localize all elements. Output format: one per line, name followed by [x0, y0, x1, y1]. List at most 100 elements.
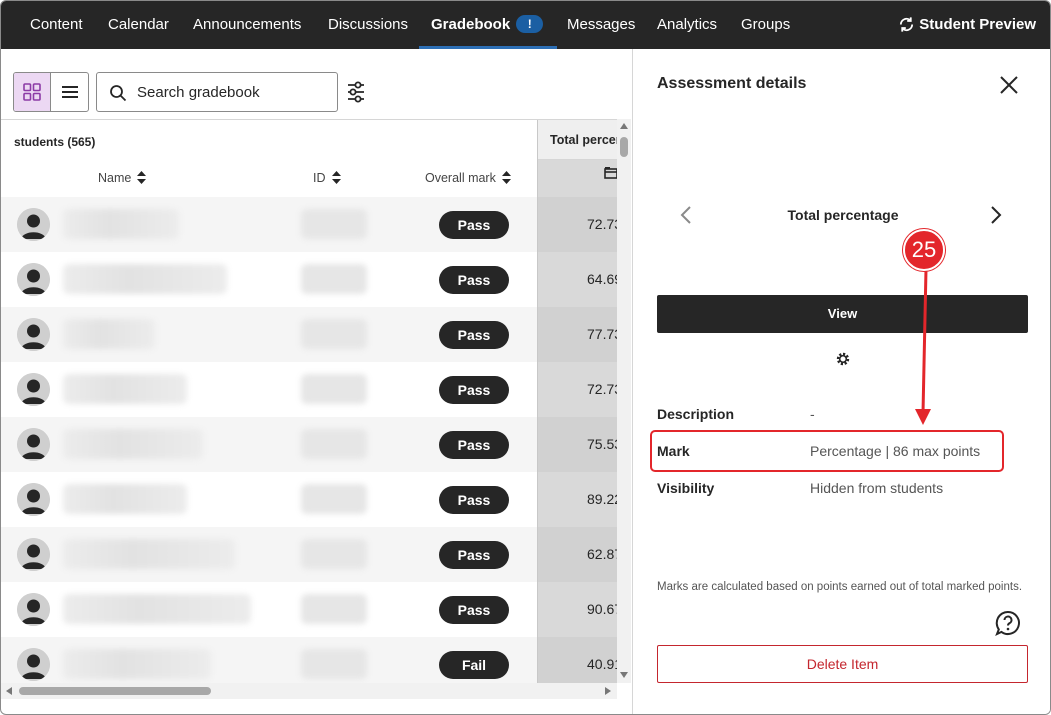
- panel-title: Assessment details: [657, 75, 807, 92]
- column-menu-icon[interactable]: [604, 166, 617, 180]
- overall-mark-badge[interactable]: Pass: [439, 431, 509, 459]
- column-header-name[interactable]: Name: [98, 171, 147, 185]
- scroll-left-arrow-icon: [6, 687, 12, 695]
- filter-settings-icon[interactable]: [346, 81, 366, 103]
- column-header-overall-mark[interactable]: Overall mark: [425, 171, 511, 185]
- overall-mark-badge[interactable]: Pass: [439, 596, 509, 624]
- gear-icon[interactable]: [835, 351, 851, 367]
- delete-item-button[interactable]: Delete Item: [657, 645, 1028, 683]
- student-id-redacted: [301, 539, 367, 569]
- grid-icon: [23, 83, 41, 101]
- sort-icon: [501, 171, 511, 184]
- column-header-total-percentage[interactable]: Total percentage: [538, 120, 617, 160]
- view-toggle: [13, 72, 89, 112]
- view-button[interactable]: View: [657, 295, 1028, 333]
- item-title: Total percentage: [787, 207, 899, 223]
- student-id-redacted: [301, 374, 367, 404]
- tab-discussions[interactable]: Discussions: [328, 1, 408, 49]
- tab-content[interactable]: Content: [30, 1, 83, 49]
- total-percentage-cell[interactable]: 89.22%: [538, 472, 617, 527]
- avatar: [17, 263, 50, 296]
- table-row[interactable]: Pass: [1, 307, 537, 362]
- tab-announcements[interactable]: Announcements: [193, 1, 301, 49]
- column-label: Name: [98, 171, 132, 185]
- search-input[interactable]: [137, 81, 327, 103]
- overall-mark-badge[interactable]: Fail: [439, 651, 509, 679]
- horizontal-scrollbar[interactable]: [1, 683, 617, 699]
- total-percentage-cell[interactable]: 77.73%: [538, 307, 617, 362]
- assessment-details-panel: Assessment details Total percentage View…: [632, 49, 1050, 714]
- scrollbar-thumb[interactable]: [19, 687, 211, 695]
- student-id-redacted: [301, 649, 367, 679]
- table-row[interactable]: Fail: [1, 637, 537, 683]
- search-icon: [110, 85, 127, 102]
- overall-mark-badge[interactable]: Pass: [439, 266, 509, 294]
- highlight-box: [650, 430, 1004, 472]
- student-name-redacted: [63, 429, 203, 459]
- tab-calendar[interactable]: Calendar: [108, 1, 169, 49]
- student-id-redacted: [301, 319, 367, 349]
- user-avatar-icon: [17, 318, 50, 351]
- student-id-redacted: [301, 264, 367, 294]
- table-row[interactable]: Pass: [1, 252, 537, 307]
- student-name-redacted: [63, 649, 211, 679]
- student-name-redacted: [63, 539, 235, 569]
- column-label: Overall mark: [425, 171, 496, 185]
- column-label: Total percentage: [550, 133, 617, 147]
- tab-groups[interactable]: Groups: [741, 1, 790, 49]
- avatar: [17, 318, 50, 351]
- student-preview-button[interactable]: Student Preview: [898, 1, 1036, 49]
- overall-mark-badge[interactable]: Pass: [439, 321, 509, 349]
- student-name-redacted: [63, 484, 187, 514]
- scroll-right-arrow-icon: [605, 687, 611, 695]
- refresh-icon: [900, 17, 914, 32]
- tab-gradebook[interactable]: Gradebook!: [418, 1, 558, 49]
- overall-mark-badge[interactable]: Pass: [439, 376, 509, 404]
- chevron-right-icon[interactable]: [989, 205, 1003, 225]
- tab-analytics[interactable]: Analytics: [657, 1, 717, 49]
- total-percentage-cell[interactable]: 72.73%: [538, 362, 617, 417]
- visibility-value: Hidden from students: [810, 480, 944, 496]
- column-header-id[interactable]: ID: [313, 171, 341, 185]
- close-icon[interactable]: [997, 73, 1021, 97]
- footnote: Marks are calculated based on points ear…: [657, 581, 1023, 593]
- chevron-left-icon[interactable]: [679, 205, 693, 225]
- avatar: [17, 648, 50, 681]
- grid-view-button[interactable]: [14, 73, 51, 111]
- table-row[interactable]: Pass: [1, 472, 537, 527]
- vertical-scrollbar[interactable]: [617, 119, 631, 683]
- overall-mark-badge[interactable]: Pass: [439, 486, 509, 514]
- user-avatar-icon: [17, 648, 50, 681]
- column-label: ID: [313, 171, 326, 185]
- table-row[interactable]: Pass: [1, 417, 537, 472]
- tab-messages[interactable]: Messages: [567, 1, 635, 49]
- callout-number-badge: 25: [903, 229, 945, 271]
- list-view-button[interactable]: [51, 73, 88, 111]
- total-percentage-cell[interactable]: 75.53%: [538, 417, 617, 472]
- user-avatar-icon: [17, 483, 50, 516]
- total-percentage-cell[interactable]: 72.73%: [538, 197, 617, 252]
- avatar: [17, 208, 50, 241]
- table-row[interactable]: Pass: [1, 197, 537, 252]
- gradebook-grid: students (565) Name ID Overall mark Pass…: [1, 119, 617, 683]
- total-percentage-cell[interactable]: 64.69%: [538, 252, 617, 307]
- table-row[interactable]: Pass: [1, 582, 537, 637]
- overall-mark-badge[interactable]: Pass: [439, 541, 509, 569]
- description-label: Description: [657, 406, 735, 422]
- overall-mark-badge[interactable]: Pass: [439, 211, 509, 239]
- visibility-label: Visibility: [657, 480, 715, 496]
- alert-badge: !: [516, 15, 544, 33]
- total-percentage-cell[interactable]: 90.67%: [538, 582, 617, 637]
- table-row[interactable]: Pass: [1, 527, 537, 582]
- total-percentage-cell[interactable]: 40.91%: [538, 637, 617, 683]
- student-name-redacted: [63, 594, 251, 624]
- avatar: [17, 483, 50, 516]
- table-row[interactable]: Pass: [1, 362, 537, 417]
- sort-icon: [331, 171, 341, 184]
- user-avatar-icon: [17, 428, 50, 461]
- total-percentage-cell[interactable]: 62.87%: [538, 527, 617, 582]
- scrollbar-thumb[interactable]: [620, 137, 628, 157]
- user-avatar-icon: [17, 208, 50, 241]
- help-icon[interactable]: [995, 610, 1021, 636]
- total-percentage-column: Total percentage 72.73%64.69%77.73%72.73…: [537, 120, 617, 683]
